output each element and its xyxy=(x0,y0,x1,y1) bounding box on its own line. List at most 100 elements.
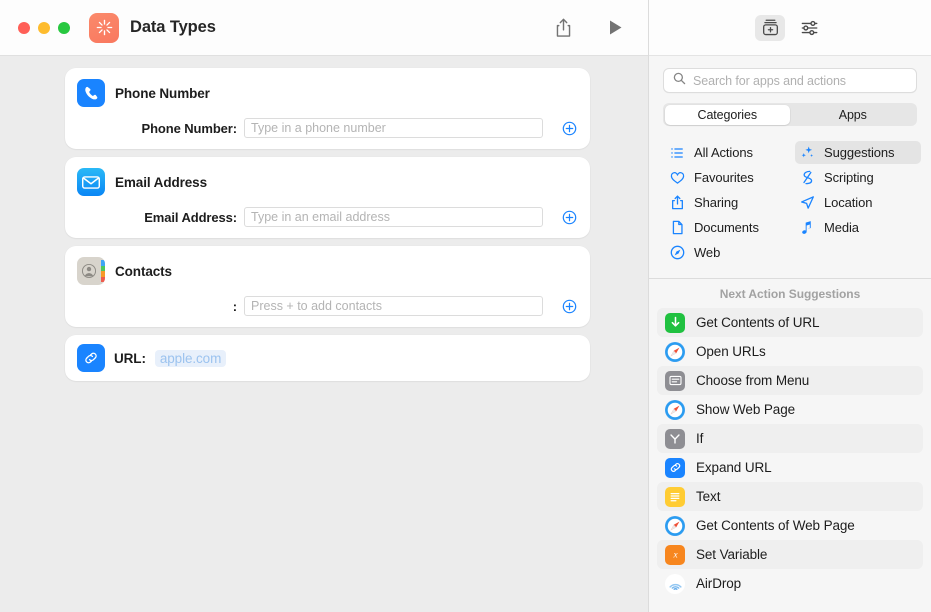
url-label: URL: xyxy=(114,351,146,366)
list-icon xyxy=(669,145,685,161)
category-label: Documents xyxy=(694,220,759,235)
categories-grid: All Actions Favourites xyxy=(649,126,931,275)
editor-pane: Data Types xyxy=(0,0,648,612)
sparkles-icon xyxy=(799,145,815,161)
suggestion-label: AirDrop xyxy=(696,576,741,591)
suggestion-label: Get Contents of Web Page xyxy=(696,518,855,533)
music-note-icon xyxy=(799,220,815,236)
action-card-contacts[interactable]: Contacts : Press + to add contacts xyxy=(65,246,590,327)
category-scripting[interactable]: Scripting xyxy=(795,166,921,189)
url-value-token[interactable]: apple.com xyxy=(155,350,226,367)
action-card-phone-number[interactable]: Phone Number Phone Number: Type in a pho… xyxy=(65,68,590,149)
page-title: Data Types xyxy=(130,18,216,37)
suggestion-label: Set Variable xyxy=(696,547,767,562)
search-input[interactable]: Search for apps and actions xyxy=(663,68,917,93)
close-button[interactable] xyxy=(18,22,30,34)
action-parameter-row: Email Address: Type in an email address xyxy=(77,207,578,227)
category-label: Favourites xyxy=(694,170,754,185)
category-location[interactable]: Location xyxy=(795,191,921,214)
contacts-icon xyxy=(77,257,105,285)
list-item[interactable]: Open URLs xyxy=(657,337,923,366)
category-all-actions[interactable]: All Actions xyxy=(665,141,791,164)
download-arrow-icon xyxy=(665,313,685,333)
play-button[interactable] xyxy=(598,13,632,43)
segmented-container: Categories Apps xyxy=(649,93,931,126)
action-library-sidebar: Search for apps and actions Categories A… xyxy=(648,0,931,612)
heart-icon xyxy=(669,170,685,186)
action-parameter-row: : Press + to add contacts xyxy=(77,296,578,316)
airdrop-icon xyxy=(665,574,685,594)
list-item[interactable]: If xyxy=(657,424,923,453)
if-branch-icon xyxy=(665,429,685,449)
action-header: Email Address xyxy=(77,168,578,196)
suggestion-label: Choose from Menu xyxy=(696,373,809,388)
contacts-tabs xyxy=(101,260,105,282)
suggestion-label: Text xyxy=(696,489,720,504)
share-icon xyxy=(669,195,685,211)
action-card-email-address[interactable]: Email Address Email Address: Type in an … xyxy=(65,157,590,238)
menu-icon xyxy=(665,371,685,391)
category-suggestions[interactable]: Suggestions xyxy=(795,141,921,164)
action-card-url[interactable]: URL: apple.com xyxy=(65,335,590,381)
tab-apps[interactable]: Apps xyxy=(790,105,916,125)
action-title: Phone Number xyxy=(115,86,210,101)
category-favourites[interactable]: Favourites xyxy=(665,166,791,189)
email-address-input[interactable]: Type in an email address xyxy=(244,207,543,227)
list-item[interactable]: Expand URL xyxy=(657,453,923,482)
add-contact-button[interactable] xyxy=(560,297,578,315)
library-mode-segmented-control: Categories Apps xyxy=(663,103,917,126)
phone-number-input[interactable]: Type in a phone number xyxy=(244,118,543,138)
parameter-label: Email Address: xyxy=(77,210,237,225)
suggestion-label: Get Contents of URL xyxy=(696,315,819,330)
list-item[interactable]: Choose from Menu xyxy=(657,366,923,395)
safari-icon xyxy=(665,400,685,420)
list-item[interactable]: Show Web Page xyxy=(657,395,923,424)
action-header: Phone Number xyxy=(77,79,578,107)
share-button[interactable] xyxy=(546,13,580,43)
variable-x-icon: x xyxy=(665,545,685,565)
suggestion-label: Expand URL xyxy=(696,460,772,475)
phone-icon xyxy=(77,79,105,107)
suggestion-label: Open URLs xyxy=(696,344,766,359)
action-title: Contacts xyxy=(115,264,172,279)
zoom-button[interactable] xyxy=(58,22,70,34)
category-documents[interactable]: Documents xyxy=(665,216,791,239)
safari-icon xyxy=(665,516,685,536)
link-icon xyxy=(77,344,105,372)
action-library-button[interactable] xyxy=(755,15,785,41)
shortcut-details-button[interactable] xyxy=(795,15,825,41)
action-header: URL: apple.com xyxy=(77,344,578,372)
category-media[interactable]: Media xyxy=(795,216,921,239)
list-item[interactable]: Get Contents of Web Page xyxy=(657,511,923,540)
action-parameter-row: Phone Number: Type in a phone number xyxy=(77,118,578,138)
list-item[interactable]: Text xyxy=(657,482,923,511)
svg-text:x: x xyxy=(672,551,678,561)
mail-icon xyxy=(77,168,105,196)
suggestion-label: Show Web Page xyxy=(696,402,795,417)
tab-categories[interactable]: Categories xyxy=(665,105,791,125)
category-label: Suggestions xyxy=(824,145,894,160)
safari-icon xyxy=(665,342,685,362)
document-icon xyxy=(669,220,685,236)
shortcuts-window: Data Types xyxy=(0,0,931,612)
category-web[interactable]: Web xyxy=(665,241,791,264)
contacts-input[interactable]: Press + to add contacts xyxy=(244,296,543,316)
add-variable-button[interactable] xyxy=(560,208,578,226)
list-item[interactable]: Get Contents of URL xyxy=(657,308,923,337)
minimize-button[interactable] xyxy=(38,22,50,34)
sidebar-toolbar xyxy=(649,0,931,56)
list-item[interactable]: AirDrop xyxy=(657,569,923,598)
shortcuts-sparkle-icon xyxy=(89,13,119,43)
traffic-lights xyxy=(18,22,70,34)
category-sharing[interactable]: Sharing xyxy=(665,191,791,214)
category-label: Web xyxy=(694,245,720,260)
add-variable-button[interactable] xyxy=(560,119,578,137)
compass-icon xyxy=(669,245,685,261)
category-label: Location xyxy=(824,195,872,210)
window-resize-grip[interactable] xyxy=(917,598,929,610)
list-item[interactable]: x Set Variable xyxy=(657,540,923,569)
category-label: Scripting xyxy=(824,170,874,185)
suggestion-label: If xyxy=(696,431,703,446)
parameter-label: Phone Number: xyxy=(77,121,237,136)
search-placeholder: Search for apps and actions xyxy=(693,74,846,88)
